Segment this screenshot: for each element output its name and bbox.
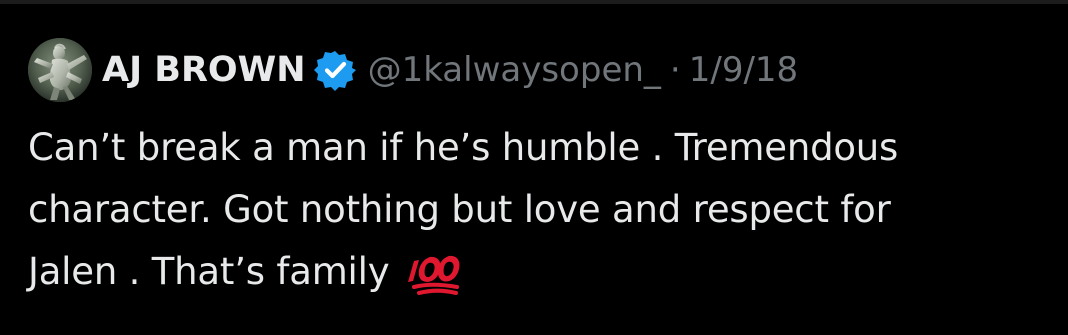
card-top-divider	[0, 0, 1068, 4]
hundred-points-icon	[408, 255, 460, 295]
tweet-text-line: character. Got nothing but love and resp…	[28, 188, 891, 231]
tweet-card[interactable]: AJ BROWN @1kalwaysopen_ · 1/9/18 Can’t b…	[0, 0, 1068, 335]
statue-avatar-icon	[28, 38, 92, 102]
tweet-text-last-line: Jalen . That’s family	[28, 241, 1052, 303]
tweet-header: AJ BROWN @1kalwaysopen_ · 1/9/18	[28, 32, 798, 108]
tweet-text-line: Jalen . That’s family	[28, 250, 390, 293]
tweet-date[interactable]: 1/9/18	[689, 50, 798, 90]
author-handle[interactable]: @1kalwaysopen_	[368, 50, 661, 90]
avatar[interactable]	[28, 38, 92, 102]
verified-badge-icon	[313, 51, 356, 91]
display-name[interactable]: AJ BROWN	[102, 50, 306, 90]
tweet-text: Can’t break a man if he’s humble . Treme…	[28, 117, 1052, 303]
tweet-text-line: Can’t break a man if he’s humble . Treme…	[28, 126, 899, 169]
metadata-separator: ·	[669, 50, 681, 90]
